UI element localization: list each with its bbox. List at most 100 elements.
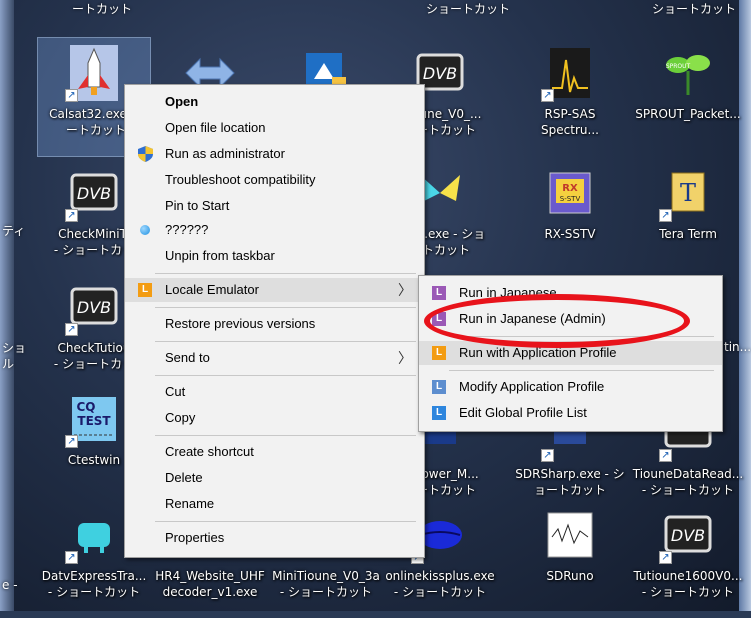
menu-item-label: Pin to Start (165, 198, 230, 213)
shortcut-arrow-icon: ↗ (65, 323, 78, 336)
submenu-item-modify-application-profile[interactable]: L Modify Application Profile (419, 375, 722, 399)
tera-term-icon: T ↗ (659, 164, 717, 222)
locale-emulator-icon: L (432, 286, 446, 300)
menu-item-troubleshoot-compatibility[interactable]: Troubleshoot compatibility (125, 168, 424, 192)
spectrum-icon: ↗ (541, 44, 599, 102)
menu-item-delete[interactable]: Delete (125, 466, 424, 490)
chevron-right-icon: 〉 (398, 282, 412, 298)
desktop-icon-label: Tera Term (659, 227, 717, 241)
menu-item-unpin-from-taskbar[interactable]: Unpin from taskbar (125, 244, 424, 268)
submenu-item-edit-global-profile-list[interactable]: L Edit Global Profile List (419, 401, 722, 425)
dvb-icon: DVB ↗ (65, 278, 123, 336)
shield-icon (138, 146, 153, 162)
desktop-icon-rxsstv[interactable]: RX S-STV RX-SSTV (514, 158, 626, 276)
shortcut-arrow-icon: ↗ (65, 209, 78, 222)
menu-item-locale-emulator[interactable]: L Locale Emulator 〉 (125, 278, 424, 302)
sprout-text: SPROUT (666, 63, 691, 70)
dvb-text: DVB (77, 184, 111, 203)
desktop-icon-teraterm[interactable]: T ↗ Tera Term (632, 158, 744, 276)
rx-sstv-icon: RX S-STV (541, 164, 599, 222)
menu-separator (449, 370, 714, 371)
desktop-icon-label: TiouneDataRead... - ショートカット (632, 467, 744, 497)
shortcut-arrow-icon: ↗ (65, 551, 78, 564)
wallpaper-edge-left (0, 0, 14, 611)
menu-item-label: Open file location (165, 120, 266, 135)
menu-item-create-shortcut[interactable]: Create shortcut (125, 440, 424, 464)
menu-separator (155, 521, 416, 522)
locale-emulator-icon: L (138, 283, 152, 297)
dvb-text: DVB (423, 64, 457, 83)
desktop-icon-label: DatvExpressTra... - ショートカット (41, 569, 147, 599)
desktop-icon-sdruno[interactable]: SDRuno (514, 500, 626, 618)
rx-text: RX (562, 183, 578, 194)
desktop-icon-label: Tutioune1600V0... - ショートカット (633, 569, 743, 599)
desktop-icon-label: MiniTioune_V0_3a - ショートカット (272, 569, 380, 599)
menu-item-copy[interactable]: Copy (125, 406, 424, 430)
menu-item-properties[interactable]: Properties (125, 526, 424, 550)
tv-icon: ↗ (65, 506, 123, 564)
tera-letter: T (680, 179, 696, 207)
locale-emulator-icon: L (432, 380, 446, 394)
menu-item-rename[interactable]: Rename (125, 492, 424, 516)
menu-item-run-as-administrator[interactable]: Run as administrator (125, 142, 424, 166)
desktop-icon-tutioune1600[interactable]: DVB ↗ Tutioune1600V0... - ショートカット (632, 500, 744, 618)
menu-item-label: Rename (165, 496, 215, 511)
desktop-icon-label: RSP-SAS Spectru... (541, 107, 599, 137)
menu-item-label: Send to (165, 350, 210, 365)
sstv-text: S-STV (560, 195, 581, 203)
desktop-icon-label-partial: ショートカット (426, 2, 511, 16)
desktop-icon-label: RX-SSTV (544, 227, 596, 241)
menu-separator (155, 375, 416, 376)
desktop-icon-label: HR4_Website_UHF decoder_v1.exe (155, 569, 265, 599)
menu-item-label: Delete (165, 470, 203, 485)
blue-dot-icon (140, 225, 150, 235)
test-text: TEST (77, 414, 111, 428)
menu-item-pin-to-start[interactable]: Pin to Start (125, 194, 424, 218)
shortcut-arrow-icon: ↗ (65, 435, 78, 448)
desktop-icon-label: CheckMiniTi - ショートカッ (53, 227, 135, 257)
sprout-icon: SPROUT (659, 44, 717, 102)
menu-item-label: Locale Emulator (165, 282, 259, 297)
dvb-icon: DVB ↗ (659, 506, 717, 564)
shortcut-arrow-icon: ↗ (541, 449, 554, 462)
menu-item-unknown[interactable]: ?????? (125, 218, 424, 242)
menu-item-send-to[interactable]: Send to 〉 (125, 346, 424, 370)
dvb-text: DVB (77, 298, 111, 317)
red-ellipse-annotation (424, 294, 690, 348)
menu-separator (155, 273, 416, 274)
menu-item-label: ?????? (165, 222, 209, 237)
desktop-icon-rspsas[interactable]: ↗ RSP-SAS Spectru... (514, 38, 626, 156)
shortcut-arrow-icon: ↗ (65, 89, 78, 102)
menu-item-cut[interactable]: Cut (125, 380, 424, 404)
menu-item-label: Copy (165, 410, 196, 425)
locale-emulator-icon: L (432, 406, 446, 420)
dvb-icon: DVB ↗ (65, 164, 123, 222)
rocket-icon: ↗ (65, 44, 123, 102)
menu-item-label: Run as administrator (165, 146, 285, 161)
desktop-icon-label: CheckTutiou - ショートカッ (53, 341, 135, 371)
menu-item-label: Cut (165, 384, 186, 399)
shortcut-arrow-icon: ↗ (541, 89, 554, 102)
menu-separator (155, 341, 416, 342)
menu-item-label: Modify Application Profile (459, 379, 605, 394)
desktop-icon-label-partial: tin... (724, 340, 751, 354)
desktop-icon-label: SDRSharp.exe - シ ョートカット (515, 467, 625, 497)
menu-item-label: Restore previous versions (165, 316, 316, 331)
menu-item-label: Edit Global Profile List (459, 405, 587, 420)
desktop-icon-label-partial: e - (2, 578, 18, 592)
locale-emulator-icon: L (432, 346, 446, 360)
desktop-icon-sprout[interactable]: SPROUT SPROUT_Packet... (632, 38, 744, 156)
menu-separator (155, 435, 416, 436)
context-menu: Open Open file location Run as administr… (124, 84, 425, 558)
menu-item-label: Open (165, 94, 199, 109)
menu-item-open-file-location[interactable]: Open file location (125, 116, 424, 140)
menu-item-label: Troubleshoot compatibility (165, 172, 316, 187)
desktop-icon-label: onlinekissplus.exe - ショートカット (385, 569, 495, 599)
desktop-icon-label: Ctestwin (67, 453, 121, 467)
menu-item-label: Properties (165, 530, 225, 545)
desktop-icon-label-partial: ショートカット (652, 2, 737, 16)
menu-item-restore-previous-versions[interactable]: Restore previous versions (125, 312, 424, 336)
cq-test-icon: CQ TEST ↗ (65, 390, 123, 448)
menu-separator (155, 307, 416, 308)
menu-item-open[interactable]: Open (125, 90, 424, 114)
